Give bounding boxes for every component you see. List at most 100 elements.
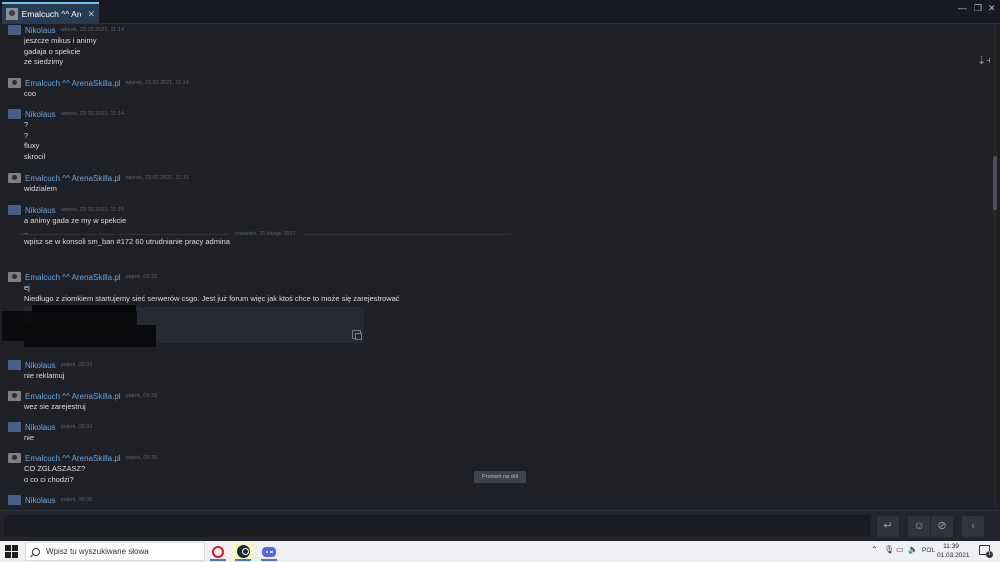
redacted-area (24, 325, 156, 347)
avatar[interactable] (8, 391, 21, 401)
taskbar-steam[interactable] (232, 542, 254, 561)
author-name[interactable]: Nikolaus (25, 496, 56, 505)
taskbar-search-box[interactable]: Wpisz tu wyszukiwane słowa (25, 542, 205, 561)
windows-start-icon[interactable] (4, 544, 20, 559)
message-group: Nikolaus wtorek, 23.02.2021, 11:14 jeszcz… (8, 24, 124, 68)
avatar[interactable] (8, 272, 21, 282)
enter-icon[interactable]: ↵ (877, 516, 899, 537)
tab-close-icon[interactable]: ✕ (87, 9, 95, 20)
volume-icon[interactable]: 🔈 (908, 545, 918, 554)
message-group: Nikolaus wtorek, 23.02.2021, 11:14 ?? flux… (8, 108, 124, 162)
restore-icon[interactable]: ❐ (974, 3, 982, 14)
message-line: widzialem (24, 184, 57, 193)
search-placeholder: Wpisz tu wyszukiwane słowa (46, 547, 149, 556)
timestamp: wtorek, 23.02.2021, 11:14 (60, 111, 124, 117)
timestamp: wtorek, 23.02.2021, 11:15 (125, 175, 189, 181)
notification-badge: 1 (986, 551, 993, 558)
close-icon[interactable]: ✕ (988, 3, 996, 14)
author-name[interactable]: Nikolaus (25, 26, 56, 35)
chat-tab[interactable]: Emalcuch ^^ ArenaSkilla.pl ✕ (2, 2, 99, 24)
message-group: Emalcuch ^^ ArenaSkilla.pl wtorek, 23.02.… (8, 172, 189, 195)
message-group: Nikolaus piątek, 09:33 nie reklamuj (8, 359, 92, 382)
search-icon (32, 547, 40, 556)
timestamp: wtorek, 23.02.2021, 11:15 (60, 207, 124, 213)
message-line: skrocil (24, 151, 46, 161)
tab-avatar (6, 8, 18, 20)
message-line: gadaja o spekcie (24, 46, 81, 56)
steam-icon (236, 545, 250, 558)
chat-scrollbar[interactable] (993, 24, 997, 508)
emoticon-icon[interactable]: ☺ (908, 516, 930, 537)
message-line: ze siedzimy (24, 57, 64, 67)
message-line: a animy gada ze my w spekcie (24, 216, 127, 225)
message-line: coo (24, 89, 37, 98)
avatar[interactable] (8, 205, 21, 215)
avatar[interactable] (8, 25, 21, 35)
minimize-icon[interactable]: — (958, 3, 967, 13)
message-line: nie (24, 433, 35, 442)
chat-history[interactable]: ⇣+ Nikolaus wtorek, 23.02.2021, 11:14 jes… (0, 24, 990, 510)
timestamp: piątek, 09:33 (125, 393, 158, 399)
avatar[interactable] (8, 495, 21, 505)
author-name[interactable]: Nikolaus (25, 423, 56, 432)
jump-to-bottom-button[interactable]: Przewiń na dół (474, 471, 526, 483)
message-line: o co ci chodzi? (24, 474, 74, 484)
message-group: Nikolaus piątek, 09:38 (8, 494, 92, 506)
message-input-bar: ↵ ☺ ⊘ ◖ (0, 510, 1000, 540)
author-name[interactable]: Emalcuch ^^ ArenaSkilla.pl (25, 79, 121, 88)
message-group: Nikolaus wtorek, 23.02.2021, 11:15 a anim… (8, 204, 230, 248)
message-group: Emalcuch ^^ ArenaSkilla.pl piątek, 09:38 … (8, 452, 157, 485)
message-group: Emalcuch ^^ ArenaSkilla.pl piątek, 09:33 … (8, 271, 400, 304)
message-line: CO ZGLASZASZ? (24, 464, 86, 473)
avatar[interactable] (8, 173, 21, 183)
author-name[interactable]: Nikolaus (25, 110, 56, 119)
title-bar: Emalcuch ^^ ArenaSkilla.pl ✕ — ❐ ✕ (0, 0, 1000, 24)
language-indicator[interactable]: POL (922, 547, 935, 554)
timestamp: piątek, 09:38 (60, 497, 93, 503)
timestamp: wtorek, 23.02.2021, 11:14 (125, 80, 189, 86)
timestamp: piątek, 09:33 (60, 424, 93, 430)
clock-time: 11:39 (943, 543, 959, 550)
copy-link-icon[interactable] (352, 330, 362, 340)
author-name[interactable]: Emalcuch ^^ ArenaSkilla.pl (25, 273, 121, 282)
message-line: jeszcze mikus i animy (24, 36, 97, 45)
timestamp: piątek, 09:33 (60, 362, 93, 368)
taskbar-clock[interactable]: 11:39 01.03.2021 (937, 543, 970, 560)
notification-icon[interactable]: 1 (979, 545, 993, 558)
voice-icon[interactable]: ◖ (962, 516, 984, 537)
discord-icon (262, 546, 276, 557)
message-input[interactable] (4, 515, 870, 537)
message-line: Niedługo z ziomkiem startujemy sieć serw… (24, 293, 400, 303)
clock-date: 01.03.2021 (937, 551, 970, 559)
author-name[interactable]: Emalcuch ^^ ArenaSkilla.pl (25, 174, 121, 183)
avatar[interactable] (8, 360, 21, 370)
message-group: Emalcuch ^^ ArenaSkilla.pl wtorek, 23.02.… (8, 77, 189, 100)
day-divider: czwartek, 25 lutego 2021 (20, 229, 510, 239)
message-line: ? (24, 120, 29, 129)
message-group: Emalcuch ^^ ArenaSkilla.pl piątek, 09:33 … (8, 390, 157, 413)
day-divider-label: czwartek, 25 lutego 2021 (234, 231, 296, 237)
scrollbar-thumb[interactable] (993, 156, 997, 210)
avatar[interactable] (8, 109, 21, 119)
avatar[interactable] (8, 422, 21, 432)
microphone-icon[interactable]: 🎙 (884, 545, 894, 554)
message-line: ej (24, 283, 30, 292)
author-name[interactable]: Emalcuch ^^ ArenaSkilla.pl (25, 392, 121, 401)
author-name[interactable]: Emalcuch ^^ ArenaSkilla.pl (25, 454, 121, 463)
timestamp: piątek, 09:38 (125, 455, 158, 461)
avatar[interactable] (8, 453, 21, 463)
message-line: wez sie zarejestruj (24, 402, 86, 411)
network-icon[interactable]: ▭ (896, 545, 904, 554)
author-name[interactable]: Nikolaus (25, 361, 56, 370)
message-line: nie reklamuj (24, 371, 65, 380)
taskbar-opera[interactable] (207, 542, 229, 561)
attach-icon[interactable]: ⊘ (931, 516, 953, 537)
link-embed[interactable] (2, 305, 364, 347)
taskbar-discord[interactable] (258, 542, 280, 561)
avatar[interactable] (8, 78, 21, 88)
invite-friend-icon[interactable]: ⇣+ (977, 54, 990, 67)
message-line: fluxy (24, 141, 40, 151)
tray-expand-icon[interactable]: ⌃ (871, 545, 878, 554)
timestamp: wtorek, 23.02.2021, 11:14 (60, 27, 124, 33)
author-name[interactable]: Nikolaus (25, 206, 56, 215)
